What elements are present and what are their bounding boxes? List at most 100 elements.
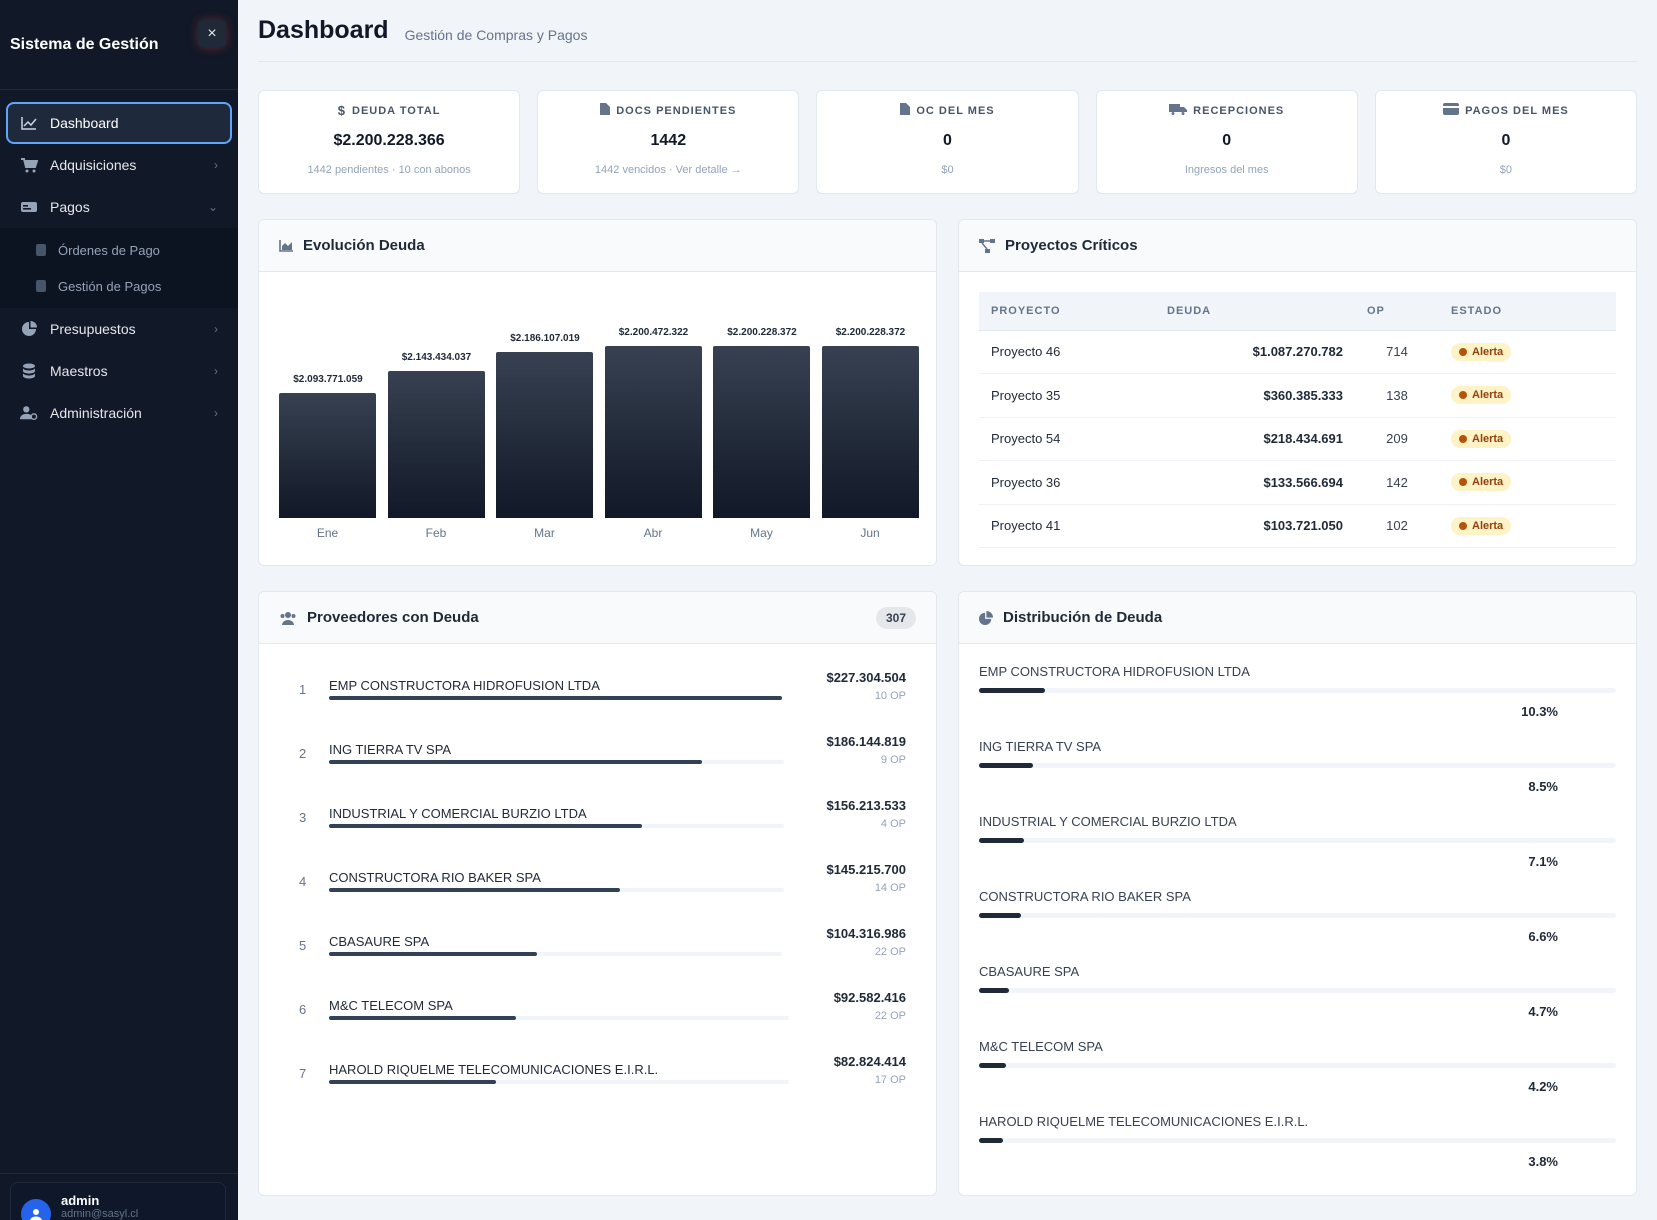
- distribution-percent: 6.6%: [1528, 929, 1558, 944]
- provider-op-count: 4 OP: [880, 818, 906, 830]
- list-item[interactable]: 4 CONSTRUCTORA RIO BAKER SPA $145.215.700 1…: [299, 858, 906, 922]
- sidebar-item-dashboard[interactable]: Dashboard: [6, 102, 232, 144]
- provider-bar-fill: [329, 824, 642, 828]
- list-item[interactable]: 6 M&C TELECOM SPA $92.582.416 22 OP: [299, 986, 906, 1050]
- sidebar-item-pagos[interactable]: Pagos ⌄: [8, 186, 230, 228]
- sidebar-subitem-ordenes-de-pago[interactable]: Órdenes de Pago: [0, 232, 238, 268]
- provider-amount: $92.582.416: [833, 990, 906, 1005]
- provider-rank: 5: [299, 938, 307, 953]
- provider-name: ING TIERRA TV SPA: [329, 742, 452, 757]
- user-profile[interactable]: admin admin@sasyl.cl: [10, 1182, 226, 1220]
- pie-icon: [20, 320, 38, 338]
- distribution-bar-fill: [979, 1063, 1006, 1068]
- table-row[interactable]: Proyecto 35 $360.385.333 138 Alerta: [979, 373, 1616, 418]
- cell-deuda: $133.566.694: [1155, 460, 1355, 505]
- distribution-name: CBASAURE SPA: [979, 964, 1080, 979]
- provider-bar-track: [329, 1016, 789, 1020]
- provider-bar-track: [329, 760, 784, 764]
- kpi-value: 0: [943, 132, 952, 149]
- alert-dot-icon: [1459, 347, 1467, 356]
- column-header-op: OP: [1355, 292, 1439, 331]
- file-icon: [900, 103, 911, 118]
- distribution-item: ING TIERRA TV SPA 8.5%: [979, 739, 1616, 814]
- providers-row: Proveedores con Deuda 307 1 EMP CONSTRUCT…: [258, 591, 1637, 1196]
- bar-category-label: May: [750, 526, 773, 540]
- provider-name: CONSTRUCTORA RIO BAKER SPA: [329, 870, 541, 885]
- distribution-percent: 8.5%: [1528, 779, 1558, 794]
- cell-estado: Alerta: [1439, 504, 1616, 548]
- provider-bar-track: [329, 1080, 789, 1084]
- sidebar-item-maestros[interactable]: Maestros ›: [8, 350, 230, 392]
- file-icon: [36, 244, 46, 256]
- provider-rank: 3: [299, 810, 307, 825]
- distribucion-deuda-card: Distribución de Deuda EMP CONSTRUCTORA H…: [958, 591, 1637, 1196]
- chart-line-icon: [20, 114, 38, 132]
- provider-name: EMP CONSTRUCTORA HIDROFUSION LTDA: [329, 678, 600, 693]
- kpi-note: Ingresos del mes: [1184, 164, 1269, 176]
- list-item[interactable]: 3 INDUSTRIAL Y COMERCIAL BURZIO LTDA $156.…: [299, 794, 906, 858]
- distribution-bar-track: [979, 1138, 1616, 1143]
- bar[interactable]: [279, 392, 376, 518]
- kpi-label: DOCS PENDIENTES: [616, 104, 737, 117]
- card-icon: [1443, 103, 1460, 118]
- provider-rank: 6: [299, 1002, 307, 1017]
- list-item[interactable]: 5 CBASAURE SPA $104.316.986 22 OP: [299, 922, 906, 986]
- ver-detalle-link[interactable]: 1442 vencidos · Ver detalle →: [538, 164, 798, 176]
- cart-icon: [20, 156, 38, 174]
- bar[interactable]: [713, 346, 810, 518]
- bar-category-label: Feb: [425, 526, 447, 540]
- table-row[interactable]: Proyecto 46 $1.087.270.782 714 Alerta: [979, 330, 1616, 374]
- sidebar-subitem-gestion-de-pagos[interactable]: Gestión de Pagos: [0, 268, 238, 304]
- bar[interactable]: [821, 346, 919, 518]
- charts-row: Evolución Deuda $2.093.771.059 Ene $2.143.…: [258, 219, 1637, 566]
- money-icon: [20, 198, 38, 216]
- evolucion-deuda-card: Evolución Deuda $2.093.771.059 Ene $2.143.…: [258, 219, 937, 566]
- card-title: Evolución Deuda: [303, 237, 425, 254]
- card-title: Distribución de Deuda: [1003, 609, 1163, 626]
- kpi-label: PAGOS DEL MES: [1465, 104, 1569, 117]
- distribution-name: ING TIERRA TV SPA: [979, 739, 1102, 754]
- distribution-percent: 4.2%: [1528, 1079, 1558, 1094]
- table-row[interactable]: Proyecto 54 $218.434.691 209 Alerta: [979, 417, 1616, 461]
- table-row[interactable]: Proyecto 36 $133.566.694 142 Alerta: [979, 460, 1616, 505]
- sidebar-item-adquisiciones[interactable]: Adquisiciones ›: [8, 144, 230, 186]
- distribution-bar-fill: [979, 913, 1022, 918]
- users-icon: [279, 611, 297, 625]
- list-item[interactable]: 2 ING TIERRA TV SPA $186.144.819 9 OP: [299, 730, 906, 794]
- sidebar-item-presupuestos[interactable]: Presupuestos ›: [8, 308, 230, 350]
- bar-value-label: $2.143.434.037: [401, 352, 472, 364]
- bar[interactable]: [496, 352, 593, 518]
- status-badge-label: Alerta: [1472, 476, 1504, 489]
- distribution-item: HAROLD RIQUELME TELECOMUNICACIONES E.I.R…: [979, 1114, 1616, 1189]
- bar[interactable]: [387, 371, 485, 518]
- page-subtitle: Gestión de Compras y Pagos: [404, 27, 588, 43]
- close-icon[interactable]: ×: [198, 19, 226, 48]
- bar-column: $2.093.771.059 Ene: [279, 374, 376, 540]
- kpi-value: 0: [1501, 132, 1511, 149]
- list-item[interactable]: 7 HAROLD RIQUELME TELECOMUNICACIONES E.I.…: [299, 1050, 906, 1114]
- list-item[interactable]: 1 EMP CONSTRUCTORA HIDROFUSION LTDA $227.3…: [299, 666, 906, 730]
- sidebar-item-administracion[interactable]: Administración ›: [8, 392, 230, 434]
- bar[interactable]: [604, 346, 702, 518]
- status-badge: Alerta: [1451, 473, 1512, 492]
- table-row[interactable]: Proyecto 41 $103.721.050 102 Alerta: [979, 504, 1616, 548]
- cell-op: 138: [1355, 373, 1439, 418]
- cell-estado: Alerta: [1439, 460, 1616, 505]
- kpi-card-deuda-total: $ DEUDA TOTAL $2.200.228.366 1442 pendien…: [258, 90, 521, 194]
- kpi-row: $ DEUDA TOTAL $2.200.228.366 1442 pendien…: [258, 90, 1638, 194]
- distribution-percent: 4.7%: [1528, 1004, 1558, 1019]
- user-name: admin: [61, 1193, 100, 1208]
- database-icon: [20, 362, 38, 380]
- provider-name: INDUSTRIAL Y COMERCIAL BURZIO LTDA: [329, 806, 587, 821]
- kpi-card-recepciones: RECEPCIONES 0 Ingresos del mes: [1095, 90, 1358, 194]
- status-badge: Alerta: [1451, 516, 1512, 535]
- cell-proyecto: Proyecto 36: [979, 460, 1155, 505]
- distribution-name: CONSTRUCTORA RIO BAKER SPA: [979, 889, 1191, 904]
- cell-deuda: $218.434.691: [1155, 417, 1355, 461]
- distribution-item: CONSTRUCTORA RIO BAKER SPA 6.6%: [979, 889, 1616, 964]
- card-icon: [36, 280, 46, 292]
- sidebar-subitem-label: Órdenes de Pago: [58, 242, 160, 258]
- provider-op-count: 22 OP: [874, 1010, 906, 1022]
- cell-proyecto: Proyecto 41: [979, 504, 1155, 548]
- card-header: Proyectos Críticos: [959, 220, 1636, 272]
